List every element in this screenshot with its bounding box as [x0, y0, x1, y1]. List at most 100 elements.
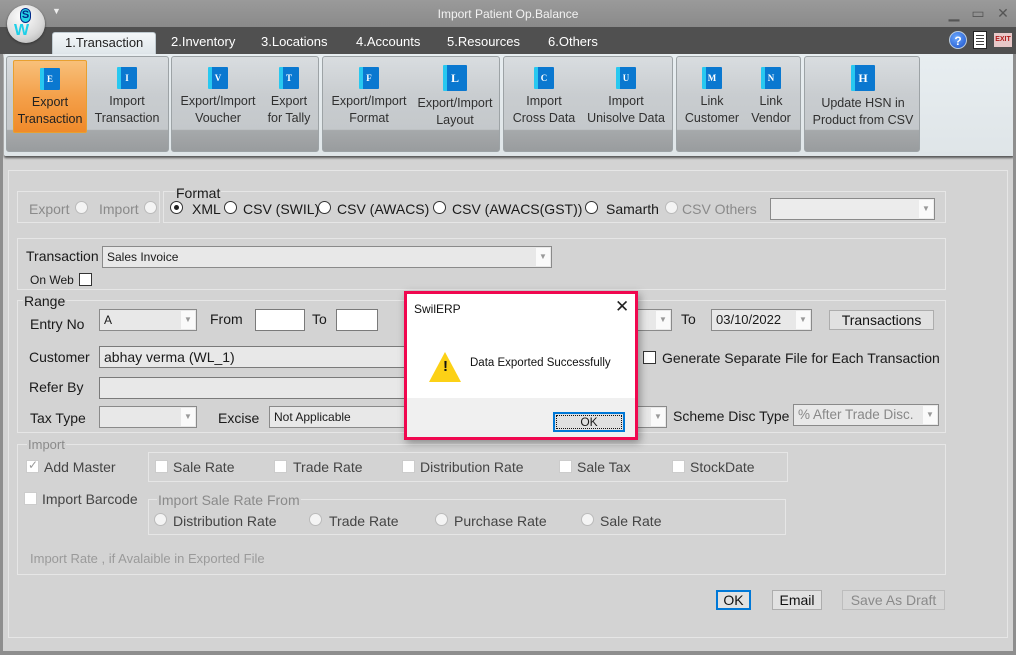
button-label: Customer — [684, 111, 740, 125]
import-barcode-checkbox[interactable] — [24, 492, 37, 505]
ok-button[interactable]: OK — [716, 590, 751, 610]
link-customer-icon: M — [702, 67, 722, 89]
sale-rate-from-trade-radio[interactable] — [309, 513, 322, 526]
import-mode-radio[interactable] — [144, 201, 157, 214]
entry-no-label: Entry No — [30, 316, 85, 332]
scheme-disc-type-select[interactable]: % After Trade Disc. ▼ — [793, 404, 939, 426]
button-label: Layout — [436, 113, 474, 127]
tab-accounts[interactable]: 4.Accounts — [344, 32, 432, 54]
format-csv-awacs-radio[interactable] — [318, 201, 331, 214]
button-label: Import — [526, 94, 562, 108]
export-transaction-button[interactable]: E Export Transaction — [13, 60, 87, 133]
button-label: Export/Import — [180, 94, 256, 108]
chevron-down-icon: ▼ — [181, 311, 195, 329]
sale-rate-checkbox[interactable] — [155, 460, 168, 473]
logo-s-icon: S — [20, 8, 31, 23]
format-xml-radio[interactable] — [170, 201, 183, 214]
date-to-select[interactable]: 03/10/2022 ▼ — [711, 309, 812, 331]
sale-rate-from-purchase-radio[interactable] — [435, 513, 448, 526]
generate-separate-file-checkbox[interactable] — [643, 351, 656, 364]
from-entry-input[interactable] — [255, 309, 305, 331]
format-csv-awacs-gst-radio[interactable] — [433, 201, 446, 214]
transactions-button[interactable]: Transactions — [829, 310, 934, 330]
chevron-down-icon: ▼ — [536, 248, 550, 266]
import-transaction-icon: I — [117, 67, 137, 89]
export-import-layout-button[interactable]: L Export/Import Layout — [413, 60, 497, 133]
import-rate-note: Import Rate , if Avalaible in Exported F… — [30, 551, 265, 566]
button-label: for Tally — [267, 111, 311, 125]
dialog-close-button[interactable]: ✕ — [615, 297, 629, 317]
app-logo-button[interactable]: S W — [7, 5, 45, 43]
import-transaction-button[interactable]: I Import Transaction — [89, 60, 165, 133]
import-barcode-label: Import Barcode — [42, 491, 138, 507]
tab-transaction[interactable]: 1.Transaction — [52, 32, 157, 54]
link-vendor-button[interactable]: N Link Vendor — [743, 60, 799, 133]
export-import-voucher-button[interactable]: V Export/Import Voucher — [176, 60, 260, 133]
format-xml-label: XML — [192, 201, 221, 217]
format-label: Format — [175, 185, 222, 201]
customer-input[interactable]: abhay verma (WL_1) — [99, 346, 419, 368]
tab-others[interactable]: 6.Others — [536, 32, 610, 54]
csv-others-select[interactable]: ▼ — [770, 198, 935, 220]
entry-no-select[interactable]: A ▼ — [99, 309, 197, 331]
format-samarth-radio[interactable] — [585, 201, 598, 214]
email-button[interactable]: Email — [772, 590, 822, 610]
quick-access-dropdown-icon[interactable]: ▼ — [52, 6, 61, 16]
distribution-rate-label: Distribution Rate — [420, 459, 524, 475]
sale-rate-from-sale-radio[interactable] — [581, 513, 594, 526]
minimize-button[interactable]: ▁ — [944, 4, 964, 22]
stockdate-checkbox[interactable] — [672, 460, 685, 473]
tax-type-select[interactable]: ▼ — [99, 406, 197, 428]
chevron-down-icon: ▼ — [796, 311, 810, 329]
chevron-down-icon: ▼ — [656, 311, 670, 329]
format-csv-swil-radio[interactable] — [224, 201, 237, 214]
export-for-tally-button[interactable]: T Export for Tally — [262, 60, 316, 133]
save-as-draft-button[interactable]: Save As Draft — [842, 590, 945, 610]
tab-resources[interactable]: 5.Resources — [435, 32, 532, 54]
button-label: Link — [700, 94, 724, 108]
close-button[interactable]: ✕ — [993, 4, 1013, 22]
exit-icon[interactable]: EXIT — [994, 33, 1012, 47]
sale-rate-from-distribution-radio[interactable] — [154, 513, 167, 526]
tax-type-label: Tax Type — [30, 410, 86, 426]
window-border-left — [0, 54, 3, 655]
sale-tax-checkbox[interactable] — [559, 460, 572, 473]
transaction-select[interactable]: Sales Invoice ▼ — [102, 246, 552, 268]
import-mode-label: Import — [99, 201, 139, 217]
distribution-rate-checkbox[interactable] — [402, 460, 415, 473]
ribbon-group-transaction: E Export Transaction I Import Transactio… — [6, 56, 169, 152]
cross-data-icon: C — [534, 67, 554, 89]
link-customer-button[interactable]: M Link Customer — [681, 60, 743, 133]
excise-select[interactable]: Not Applicable — [269, 406, 419, 428]
help-icon[interactable]: ? — [949, 31, 967, 49]
report-icon[interactable] — [973, 31, 987, 49]
on-web-checkbox[interactable] — [79, 273, 92, 286]
format-samarth-label: Samarth — [606, 201, 659, 217]
title-bar: Import Patient Op.Balance ▼ ▁ ▭ ✕ — [0, 0, 1016, 27]
maximize-button[interactable]: ▭ — [968, 4, 988, 22]
trade-rate-checkbox[interactable] — [274, 460, 287, 473]
tab-inventory[interactable]: 2.Inventory — [159, 32, 247, 54]
format-csv-swil-label: CSV (SWIL) — [243, 201, 320, 217]
export-import-format-button[interactable]: F Export/Import Format — [327, 60, 411, 133]
tab-locations[interactable]: 3.Locations — [249, 32, 340, 54]
ribbon-group-voucher: V Export/Import Voucher T Export for Tal… — [171, 56, 319, 152]
dialog-ok-button[interactable]: OK — [553, 412, 625, 432]
excise-select-arrow-part[interactable]: ▼ — [636, 406, 667, 428]
voucher-icon: V — [208, 67, 228, 89]
format-csv-others-radio[interactable] — [665, 201, 678, 214]
scheme-disc-type-label: Scheme Disc Type — [673, 408, 790, 424]
button-label: Import — [608, 94, 644, 108]
dialog-message: Data Exported Successfully — [470, 357, 611, 369]
import-cross-data-button[interactable]: C Import Cross Data — [508, 60, 580, 133]
to-entry-input[interactable] — [336, 309, 378, 331]
sale-tax-label: Sale Tax — [577, 459, 631, 475]
export-mode-radio[interactable] — [75, 201, 88, 214]
import-unisolve-data-button[interactable]: U Import Unisolve Data — [582, 60, 670, 133]
export-mode-label: Export — [29, 201, 70, 217]
button-label: Vendor — [751, 111, 791, 125]
add-master-checkbox[interactable] — [26, 458, 39, 473]
update-hsn-button[interactable]: H Update HSN in Product from CSV — [807, 60, 919, 133]
refer-by-input[interactable] — [99, 377, 419, 399]
sale-rate-from-distribution-label: Distribution Rate — [173, 513, 277, 529]
